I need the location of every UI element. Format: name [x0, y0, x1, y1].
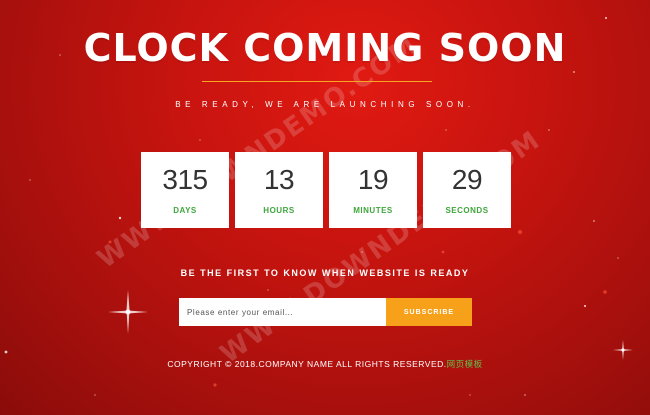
- countdown-seconds-label: SECONDS: [445, 206, 489, 215]
- page-title: CLOCK COMING SOON: [83, 26, 567, 70]
- email-input[interactable]: [179, 298, 386, 326]
- countdown-minutes: 19 MINUTES: [329, 152, 417, 228]
- countdown-hours-label: HOURS: [263, 206, 295, 215]
- footer-copyright: COPYRIGHT © 2018.COMPANY NAME ALL RIGHTS…: [0, 358, 650, 370]
- countdown-minutes-label: MINUTES: [353, 206, 393, 215]
- countdown-timer: 315 DAYS 13 HOURS 19 MINUTES 29 SECONDS: [141, 152, 511, 228]
- countdown-seconds: 29 SECONDS: [423, 152, 511, 228]
- subscribe-form: SUBSCRIBE: [179, 298, 472, 326]
- countdown-hours-value: 13: [263, 164, 295, 195]
- countdown-minutes-value: 19: [357, 164, 389, 195]
- countdown-days: 315 DAYS: [141, 152, 229, 228]
- subscribe-button[interactable]: SUBSCRIBE: [386, 298, 472, 326]
- title-divider: [202, 81, 432, 82]
- countdown-days-value: 315: [162, 164, 208, 195]
- countdown-days-label: DAYS: [173, 206, 197, 215]
- template-link[interactable]: 网页模板: [447, 359, 483, 369]
- countdown-hours: 13 HOURS: [235, 152, 323, 228]
- countdown-seconds-value: 29: [451, 164, 483, 195]
- notify-heading: BE THE FIRST TO KNOW WHEN WEBSITE IS REA…: [180, 268, 470, 278]
- copyright-text: COPYRIGHT © 2018.COMPANY NAME ALL RIGHTS…: [167, 359, 447, 369]
- page-subtitle: BE READY, WE ARE LAUNCHING SOON.: [175, 100, 475, 109]
